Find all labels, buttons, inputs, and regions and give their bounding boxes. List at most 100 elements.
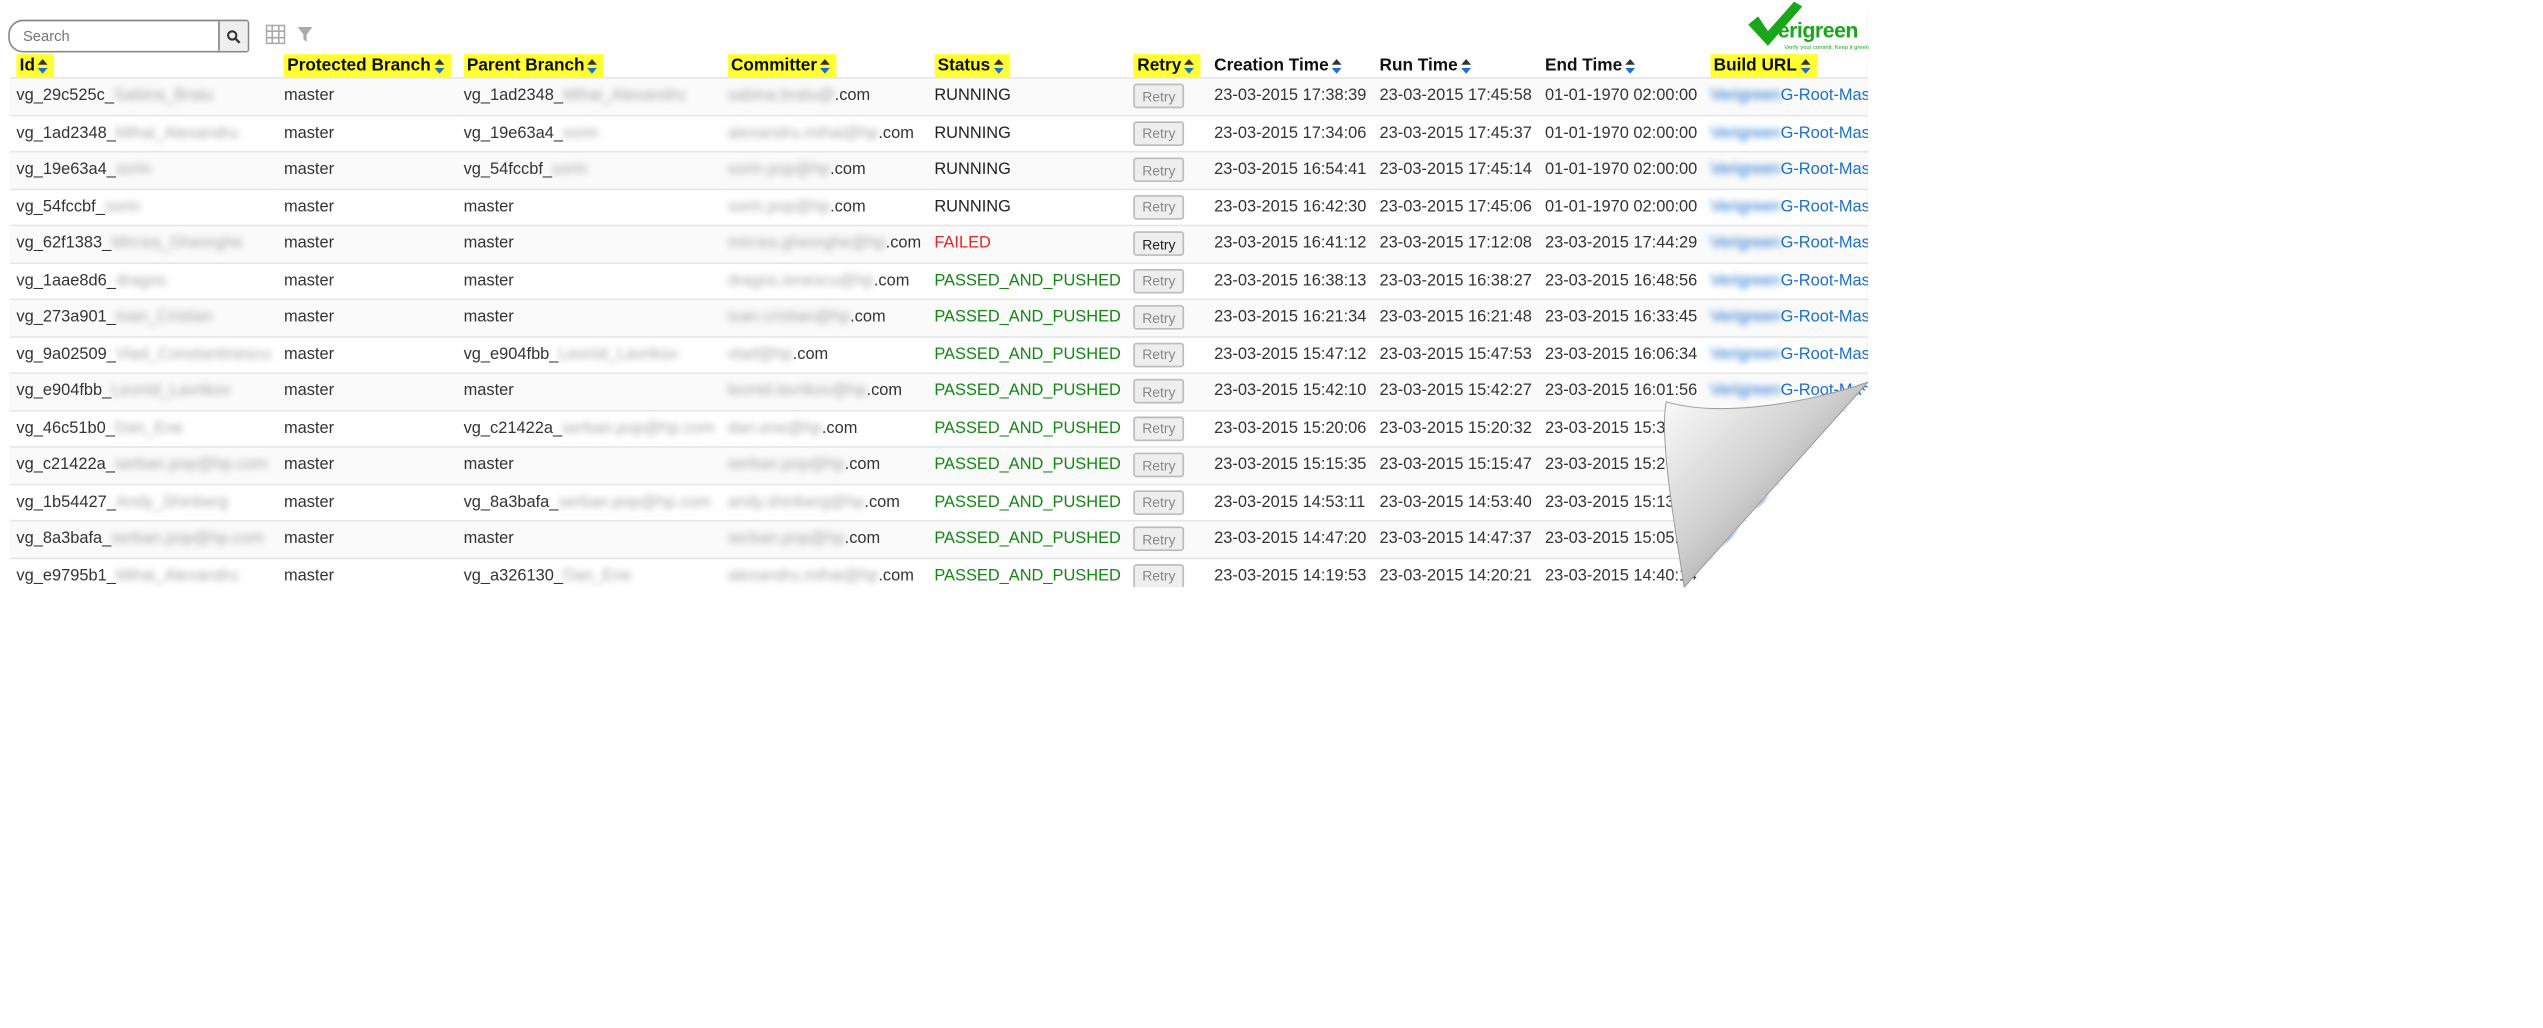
table-row: vg_273a901_Ioan_Cristian master master ioan… <box>9 298 1868 337</box>
cell-build-url[interactable]: VerigreenG-Root-Master/1285/ <box>1703 335 1868 374</box>
column-header-parent-branch[interactable]: Parent Branch <box>457 54 721 78</box>
retry-button[interactable]: Retry <box>1134 305 1184 331</box>
cell-build-url[interactable]: VerigreenG-Root-Master/1297/ <box>1703 150 1868 189</box>
sort-arrows-icon <box>434 58 444 74</box>
search-box <box>8 19 250 53</box>
build-url-link[interactable]: G-Root-Master/1286/ <box>1781 309 1868 327</box>
cell-protected-branch: master <box>277 335 458 374</box>
cell-retry: Retry <box>1127 77 1208 115</box>
cell-committer: sorin.pop@hp.com <box>721 150 928 189</box>
cell-committer: ioan.cristian@hp.com <box>721 298 928 337</box>
parent-text: vg_54fccbf_ <box>463 161 553 180</box>
retry-button[interactable]: Retry <box>1134 342 1184 367</box>
retry-button[interactable]: Retry <box>1134 416 1184 441</box>
build-url-link[interactable]: G-Root-Master/1299/ <box>1781 87 1868 105</box>
cell-run-time: 23-03-2015 16:38:27 <box>1372 261 1539 300</box>
retry-button[interactable]: Retry <box>1134 453 1184 478</box>
table-row: vg_e904fbb_Leonid_Lavrikov master master le… <box>9 372 1868 410</box>
sort-arrows-icon <box>1625 58 1636 74</box>
build-url-link[interactable]: G-Root-Master/1287/ <box>1781 272 1868 290</box>
id-redacted-text: serban.pop@hp.com <box>114 456 268 475</box>
id-text: vg_62f1383_ <box>16 234 112 253</box>
cell-id: vg_46c51b0_Dan_Ene <box>9 409 278 447</box>
column-header-end-time[interactable]: End Time <box>1538 54 1703 78</box>
cell-protected-branch: master <box>277 224 458 263</box>
table-row: vg_1ad2348_Mihai_Alexandru master vg_19e63… <box>9 113 1868 152</box>
status-text: RUNNING <box>934 161 1011 180</box>
retry-button[interactable]: Retry <box>1134 231 1184 257</box>
column-header-retry[interactable]: Retry <box>1127 54 1207 78</box>
column-header-label: Creation Time <box>1214 56 1342 75</box>
cell-run-time: 23-03-2015 17:45:14 <box>1372 150 1539 189</box>
build-url-redacted: Verigreen <box>1710 308 1781 327</box>
cell-build-url[interactable]: VerigreenG-Root-Master/1299/ <box>1703 77 1868 115</box>
build-url-link[interactable]: G-Root-Master/1298/ <box>1781 124 1868 142</box>
committer-suffix: .com <box>885 234 922 253</box>
cell-build-url[interactable]: VerigreenG-Root-Master/1287/ <box>1703 261 1868 300</box>
cell-end-time: 01-01-1970 02:00:00 <box>1538 77 1704 115</box>
column-header-label: Retry <box>1134 54 1202 78</box>
build-url-link[interactable]: G-Root-Master/1285/ <box>1781 346 1868 364</box>
cell-build-url[interactable]: VerigreenG-Root-Master/1298/ <box>1703 113 1868 152</box>
cell-status: RUNNING <box>927 113 1128 152</box>
id-text: vg_46c51b0_ <box>16 419 115 438</box>
cell-build-url[interactable]: VerigreenG-Root-Master/1291/ <box>1703 224 1868 263</box>
cell-run-time: 23-03-2015 15:47:53 <box>1372 335 1539 374</box>
filter-icon <box>297 27 313 42</box>
cell-status: PASSED_AND_PUSHED <box>927 519 1128 558</box>
cell-committer: sabina.bratu@.com <box>721 77 928 115</box>
cell-build-url[interactable]: VerigreenG-Root-Master/1296/ <box>1703 187 1868 226</box>
id-redacted-text: sorin <box>104 198 141 217</box>
retry-button[interactable]: Retry <box>1134 489 1184 515</box>
committer-suffix: .com <box>821 419 858 438</box>
retry-button[interactable]: Retry <box>1134 194 1184 220</box>
filter-toggle[interactable] <box>294 23 317 46</box>
cell-protected-branch: master <box>277 150 458 189</box>
cell-id: vg_1aae8d6_dragos <box>9 261 278 300</box>
cell-run-time: 23-03-2015 16:21:48 <box>1372 298 1539 337</box>
search-button[interactable] <box>218 21 248 51</box>
column-header-committer[interactable]: Committer <box>721 54 928 78</box>
cell-creation-time: 23-03-2015 15:42:10 <box>1207 372 1373 410</box>
retry-button[interactable]: Retry <box>1134 526 1184 552</box>
logo-text: erigreen <box>1777 18 1859 43</box>
committer-redacted-text: andy.shinberg@hp <box>727 493 865 512</box>
table-row: vg_19e63a4_sorin master vg_54fccbf_sorin so… <box>9 150 1868 189</box>
cell-end-time: 23-03-2015 17:44:29 <box>1538 224 1704 263</box>
column-header-status[interactable]: Status <box>928 54 1128 78</box>
retry-button[interactable]: Retry <box>1134 120 1184 146</box>
column-header-creation-time[interactable]: Creation Time <box>1208 54 1373 78</box>
retry-button[interactable]: Retry <box>1134 563 1184 588</box>
retry-button[interactable]: Retry <box>1134 268 1184 294</box>
cell-creation-time: 23-03-2015 17:38:39 <box>1207 77 1373 115</box>
build-url-link[interactable]: G-Root-Master/1296/ <box>1781 198 1868 216</box>
parent-text: vg_19e63a4_ <box>463 124 564 143</box>
committer-suffix: .com <box>834 87 871 106</box>
column-header-run-time[interactable]: Run Time <box>1373 54 1538 78</box>
cell-build-url[interactable]: VerigreenG-Root-Master/1286/ <box>1703 298 1868 337</box>
build-url-link[interactable]: G-Root-Master/1297/ <box>1781 161 1868 179</box>
retry-button[interactable]: Retry <box>1134 157 1184 183</box>
column-header-label: Protected Branch <box>283 54 451 78</box>
cell-end-time: 01-01-1970 02:00:00 <box>1538 113 1704 152</box>
build-url-redacted: Verigreen <box>1710 345 1781 364</box>
build-url-redacted: Verigreen <box>1710 87 1781 106</box>
cell-retry: Retry <box>1127 261 1208 300</box>
cell-parent-branch: vg_8a3bafa_serban.pop@hp.com <box>457 482 722 521</box>
cell-retry: Retry <box>1127 556 1208 588</box>
cell-run-time: 23-03-2015 15:15:47 <box>1372 446 1539 484</box>
cell-parent-branch: master <box>457 261 722 300</box>
cell-run-time: 23-03-2015 14:53:40 <box>1372 482 1539 521</box>
id-redacted-text: Vlad_Constantinescu <box>115 345 271 364</box>
cell-creation-time: 23-03-2015 15:20:06 <box>1207 409 1373 447</box>
search-input[interactable] <box>22 24 204 46</box>
retry-button[interactable]: Retry <box>1134 379 1184 404</box>
cell-committer: dragos.ionescu@hp.com <box>721 261 928 300</box>
retry-button[interactable]: Retry <box>1134 84 1184 109</box>
columns-toggle[interactable] <box>264 23 287 46</box>
build-url-link[interactable]: G-Root-Master/1291/ <box>1781 235 1868 253</box>
column-header-build-url[interactable]: Build URL <box>1704 54 1868 78</box>
column-header-id[interactable]: Id <box>10 54 278 78</box>
build-url-redacted: Verigreen <box>1710 198 1781 217</box>
column-header-protected-branch[interactable]: Protected Branch <box>277 54 457 78</box>
